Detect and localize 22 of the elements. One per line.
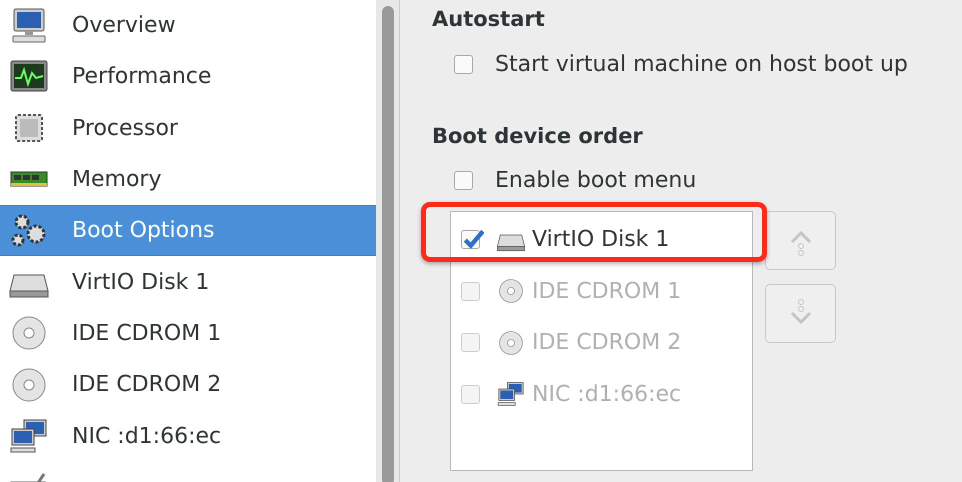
checkbox[interactable] — [454, 171, 473, 190]
sidebar-item[interactable]: IDE CDROM 1 — [0, 308, 376, 360]
checkbox[interactable] — [461, 384, 480, 404]
checkbox[interactable] — [461, 333, 480, 352]
checkbox[interactable] — [454, 54, 473, 74]
section-heading: Autostart — [432, 6, 546, 33]
sidebar-item[interactable]: IDE CDROM 2 — [0, 359, 376, 410]
boot-device-label: IDE CDROM 2 — [532, 329, 682, 358]
scrollbar-thumb[interactable] — [382, 6, 394, 482]
boot-device-label: IDE CDROM 1 — [532, 278, 682, 306]
sidebar-item[interactable]: Processor — [0, 102, 376, 154]
checkbox-label: Enable boot menu — [495, 167, 696, 195]
sidebar-item[interactable]: Memory — [0, 154, 376, 206]
sidebar-item[interactable]: VirtIO Disk 1 — [0, 256, 376, 308]
section-heading: Boot device order — [432, 122, 644, 150]
sidebar-item[interactable]: Performance — [0, 51, 376, 103]
boot-device-label: VirtIO Disk 1 — [532, 226, 670, 254]
checkbox[interactable] — [461, 282, 480, 301]
sidebar-item[interactable]: NIC :d1:66:ec — [0, 410, 376, 462]
boot-device-label: NIC :d1:66:ec — [532, 380, 682, 409]
checkbox-label: Start virtual machine on host boot up — [495, 50, 908, 78]
sidebar-item[interactable]: Overview — [0, 0, 376, 52]
